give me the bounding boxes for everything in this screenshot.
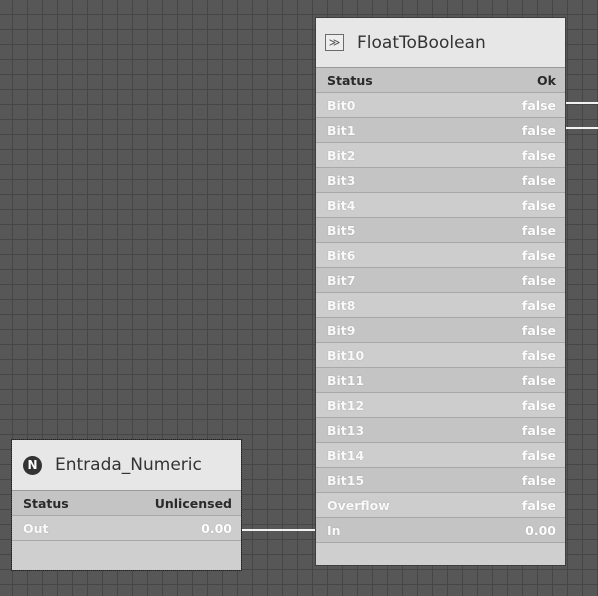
slot-bit9[interactable]: Bit9 false — [316, 318, 565, 343]
float-to-boolean-node[interactable]: ≫ FloatToBoolean Status Ok Bit0 false Bit1 fa… — [316, 18, 565, 565]
slot-label: In — [327, 522, 341, 538]
slot-out[interactable]: Out 0.00 — [12, 516, 241, 541]
slot-bit8[interactable]: Bit8 false — [316, 293, 565, 318]
node-header[interactable]: ≫ FloatToBoolean — [316, 18, 565, 68]
slot-label: Bit10 — [327, 347, 365, 363]
slot-label: Bit9 — [327, 322, 356, 338]
slot-label: Bit14 — [327, 447, 365, 463]
slot-value: false — [521, 347, 556, 363]
slot-value: false — [521, 322, 556, 338]
slot-label: Bit12 — [327, 397, 365, 413]
slot-value: false — [521, 422, 556, 438]
slot-bit7[interactable]: Bit7 false — [316, 268, 565, 293]
slot-value: false — [521, 397, 556, 413]
slot-label: Bit15 — [327, 472, 365, 488]
slot-label: Overflow — [327, 497, 390, 513]
slot-status[interactable]: Status Ok — [316, 68, 565, 93]
slot-label: Bit2 — [327, 147, 356, 163]
slot-in[interactable]: In 0.00 — [316, 518, 565, 543]
slot-bit1[interactable]: Bit1 false — [316, 118, 565, 143]
slot-bit15[interactable]: Bit15 false — [316, 468, 565, 493]
slot-label: Out — [23, 520, 49, 536]
slot-label: Bit13 — [327, 422, 365, 438]
slot-value: false — [521, 272, 556, 288]
slot-status[interactable]: Status Unlicensed — [12, 491, 241, 516]
slot-value: Ok — [537, 72, 556, 88]
slot-value: false — [521, 497, 556, 513]
wire-out-to-in[interactable] — [241, 529, 316, 531]
slot-bit3[interactable]: Bit3 false — [316, 168, 565, 193]
node-title: FloatToBoolean — [357, 32, 486, 53]
slot-list: Status Ok Bit0 false Bit1 false Bit2 false Bit3 f… — [316, 68, 565, 543]
wire-bit1-out[interactable] — [565, 127, 598, 129]
slot-label: Bit1 — [327, 122, 356, 138]
slot-value: false — [521, 472, 556, 488]
slot-value: Unlicensed — [154, 495, 232, 511]
slot-label: Status — [327, 72, 373, 88]
slot-bit6[interactable]: Bit6 false — [316, 243, 565, 268]
slot-bit4[interactable]: Bit4 false — [316, 193, 565, 218]
slot-label: Bit5 — [327, 222, 356, 238]
slot-overflow[interactable]: Overflow false — [316, 493, 565, 518]
slot-value: 0.00 — [525, 522, 556, 538]
slot-value: false — [521, 247, 556, 263]
n-circle-icon: N — [23, 455, 42, 475]
slot-bit0[interactable]: Bit0 false — [316, 93, 565, 118]
node-footer — [316, 543, 565, 565]
slot-label: Bit0 — [327, 97, 356, 113]
double-arrow-icon: ≫ — [325, 34, 344, 51]
slot-value: false — [521, 147, 556, 163]
slot-bit11[interactable]: Bit11 false — [316, 368, 565, 393]
node-header[interactable]: N Entrada_Numeric — [12, 440, 241, 491]
slot-bit10[interactable]: Bit10 false — [316, 343, 565, 368]
wire-bit0-out[interactable] — [565, 102, 598, 104]
slot-bit12[interactable]: Bit12 false — [316, 393, 565, 418]
slot-label: Bit6 — [327, 247, 356, 263]
slot-value: false — [521, 297, 556, 313]
slot-value: false — [521, 97, 556, 113]
slot-label: Status — [23, 495, 69, 511]
slot-value: false — [521, 447, 556, 463]
slot-value: false — [521, 122, 556, 138]
slot-value: false — [521, 372, 556, 388]
slot-label: Bit4 — [327, 197, 356, 213]
slot-bit5[interactable]: Bit5 false — [316, 218, 565, 243]
slot-value: false — [521, 197, 556, 213]
slot-list: Status Unlicensed Out 0.00 — [12, 491, 241, 541]
slot-label: Bit8 — [327, 297, 356, 313]
slot-value: false — [521, 172, 556, 188]
slot-value: 0.00 — [201, 520, 232, 536]
node-footer — [12, 541, 241, 570]
slot-bit14[interactable]: Bit14 false — [316, 443, 565, 468]
slot-label: Bit3 — [327, 172, 356, 188]
entrada-numeric-node[interactable]: N Entrada_Numeric Status Unlicensed Out 0.0… — [11, 439, 242, 571]
slot-bit2[interactable]: Bit2 false — [316, 143, 565, 168]
slot-label: Bit7 — [327, 272, 356, 288]
slot-bit13[interactable]: Bit13 false — [316, 418, 565, 443]
node-title: Entrada_Numeric — [55, 455, 202, 475]
slot-label: Bit11 — [327, 372, 365, 388]
slot-value: false — [521, 222, 556, 238]
